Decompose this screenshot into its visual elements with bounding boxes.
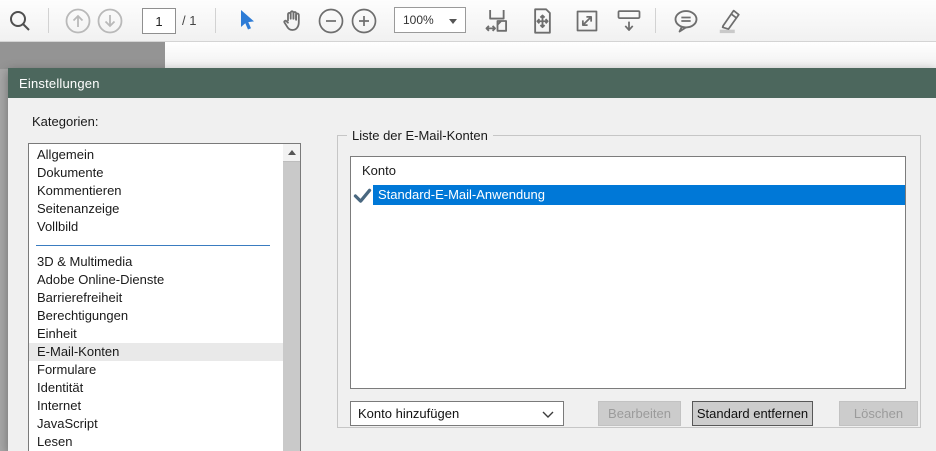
category-item[interactable]: Barrierefreiheit <box>29 289 283 307</box>
fit-width-icon[interactable] <box>484 7 511 34</box>
fit-visible-icon[interactable] <box>574 8 600 34</box>
category-item[interactable]: 3D & Multimedia <box>29 253 283 271</box>
add-account-dropdown-value: Konto hinzufügen <box>358 406 459 421</box>
dialog-titlebar[interactable]: Einstellungen <box>8 68 936 98</box>
document-pane-background <box>0 42 165 69</box>
default-check-icon <box>351 185 373 205</box>
chevron-down-icon <box>542 411 554 418</box>
hand-tool-icon[interactable] <box>279 7 306 34</box>
dialog-title: Einstellungen <box>19 76 100 91</box>
zoom-out-icon[interactable] <box>318 8 344 34</box>
category-item[interactable]: Adobe Online-Dienste <box>29 271 283 289</box>
email-account-label: Standard-E-Mail-Anwendung <box>373 185 905 205</box>
delete-button[interactable]: Löschen <box>839 401 918 426</box>
zoom-in-icon[interactable] <box>351 8 377 34</box>
scrollbar-thumb[interactable] <box>283 161 300 451</box>
groupbox-legend: Liste der E-Mail-Konten <box>347 128 493 143</box>
category-item[interactable]: Seitenanzeige <box>29 200 283 218</box>
add-account-dropdown[interactable]: Konto hinzufügen <box>350 401 564 426</box>
category-item[interactable]: Berechtigungen <box>29 307 283 325</box>
highlighter-icon[interactable] <box>714 7 744 35</box>
category-item[interactable]: Kommentieren <box>29 182 283 200</box>
konto-column-header: Konto <box>351 157 905 185</box>
category-item[interactable]: Einheit <box>29 325 283 343</box>
category-item[interactable]: Allgemein <box>29 146 283 164</box>
select-cursor-icon[interactable] <box>237 9 257 33</box>
settings-dialog: Einstellungen Kategorien: Allgemein Doku… <box>8 68 936 451</box>
page-total-label: / 1 <box>182 0 196 41</box>
page-number-input[interactable] <box>142 8 176 34</box>
document-pane-background-left <box>0 69 8 451</box>
page-up-icon[interactable] <box>65 8 91 34</box>
category-item[interactable]: Dokumente <box>29 164 283 182</box>
edit-button[interactable]: Bearbeiten <box>598 401 681 426</box>
category-divider <box>29 236 283 253</box>
category-item[interactable]: JavaScript <box>29 415 283 433</box>
category-item[interactable]: Formulare <box>29 361 283 379</box>
zoom-level-value: 100% <box>403 13 434 27</box>
scrollbar-up-arrow-icon[interactable] <box>283 144 300 161</box>
email-account-row[interactable]: Standard-E-Mail-Anwendung <box>351 185 905 205</box>
toolbar-separator <box>655 8 656 33</box>
toolbar-separator <box>215 8 216 33</box>
category-item-selected[interactable]: E-Mail-Konten <box>29 343 283 361</box>
category-item[interactable]: Lesen <box>29 433 283 451</box>
categories-listbox: Allgemein Dokumente Kommentieren Seitena… <box>28 143 301 451</box>
scrolling-mode-icon[interactable] <box>615 7 643 34</box>
acrobat-window: / 1 100% <box>0 0 936 451</box>
email-accounts-groupbox: Liste der E-Mail-Konten Konto Standard-E… <box>337 135 921 428</box>
toolbar-separator <box>48 8 49 33</box>
zoom-level-dropdown[interactable]: 100% <box>394 7 466 33</box>
page-down-icon[interactable] <box>97 8 123 34</box>
category-item[interactable]: Internet <box>29 397 283 415</box>
pdf-toolbar: / 1 100% <box>0 0 936 42</box>
comment-icon[interactable] <box>672 7 700 34</box>
category-item[interactable]: Identität <box>29 379 283 397</box>
remove-default-button[interactable]: Standard entfernen <box>692 401 813 426</box>
email-accounts-list: Konto Standard-E-Mail-Anwendung <box>350 156 906 389</box>
category-item[interactable]: Vollbild <box>29 218 283 236</box>
categories-label: Kategorien: <box>32 114 99 129</box>
categories-scrollbar[interactable] <box>283 144 300 451</box>
search-icon[interactable] <box>7 8 33 34</box>
chevron-down-icon <box>449 19 457 24</box>
fit-page-icon[interactable] <box>529 7 556 34</box>
document-page-background <box>165 42 936 69</box>
